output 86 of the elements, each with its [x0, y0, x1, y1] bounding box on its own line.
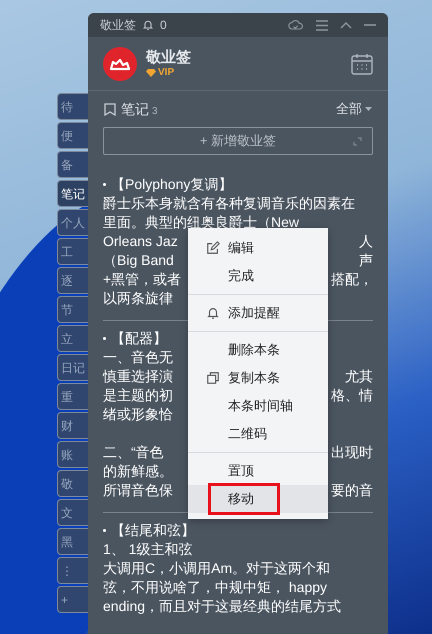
bell-icon[interactable] [142, 19, 154, 31]
note-title: 【Polyphony复调】 [111, 175, 232, 194]
logo-icon [103, 46, 137, 80]
note-text: 弦，不用说啥了，中规中矩， happy [103, 578, 328, 597]
note-text: 二、“音色 [103, 443, 164, 462]
menu-item-label: 移动 [228, 490, 254, 508]
side-tab[interactable]: 敬 [57, 470, 88, 497]
menu-item[interactable]: 二维码 [188, 420, 328, 448]
menu-item[interactable]: 删除本条 [188, 336, 328, 364]
note-icon [104, 102, 116, 116]
side-tab[interactable]: 逐 [57, 267, 88, 294]
cloud-sync-icon[interactable] [288, 19, 304, 31]
reminder-count: 0 [160, 17, 167, 34]
note-text: 大调用C，小调用Am。对于这两个和 [103, 559, 330, 578]
note-text: 绪或形象恰 [103, 405, 173, 424]
side-tab[interactable]: 工 [57, 238, 88, 265]
note-text: 是主题的初 [103, 386, 173, 405]
bullet-icon [103, 183, 106, 186]
menu-item[interactable]: 移动 [188, 485, 328, 513]
menu-item-label: 完成 [228, 267, 254, 286]
side-tab[interactable]: 黑 [57, 528, 88, 555]
note-text: 尤其 [345, 367, 373, 386]
side-tab[interactable]: 重 [57, 383, 88, 410]
note-text: 慎重选择演 [103, 367, 173, 386]
menu-item-label: 编辑 [228, 239, 254, 258]
menu-item[interactable]: 本条时间轴 [188, 392, 328, 420]
side-tab[interactable]: 个人 [57, 209, 88, 236]
edit-icon [206, 241, 220, 255]
filter-dropdown[interactable]: 全部 [336, 99, 372, 119]
diamond-icon [146, 68, 156, 76]
vip-label: VIP [158, 66, 174, 78]
side-tab[interactable]: 备 [57, 151, 88, 178]
side-tab[interactable]: 日记 [57, 354, 88, 381]
bell-icon [206, 306, 220, 320]
bullet-icon [103, 337, 106, 340]
note-text: （Big Band [103, 251, 174, 270]
menu-item-label: 复制本条 [228, 369, 280, 388]
menu-item-label: 二维码 [228, 425, 267, 444]
expand-icon [353, 137, 362, 146]
note-text: 声 [359, 251, 373, 270]
note-text: 爵士乐本身就含有各种复调音乐的因素在 [103, 194, 355, 213]
side-tab[interactable]: 账 [57, 441, 88, 468]
menu-item-label: 添加提醒 [228, 304, 280, 322]
side-tab[interactable]: 财 [57, 412, 88, 439]
menu-item[interactable]: 复制本条 [188, 364, 328, 392]
note-text: ending，而且对于这最经典的结尾方式 [103, 597, 342, 616]
note-text: 要的音 [331, 481, 373, 500]
bullet-icon [103, 529, 106, 532]
note-text: 以两条旋律 [103, 289, 173, 308]
side-tab[interactable]: 笔记 [57, 180, 88, 207]
copy-icon [206, 371, 220, 385]
menu-icon[interactable] [316, 20, 328, 30]
menu-item[interactable]: 添加提醒 [188, 299, 328, 327]
note-text: 出现时 [331, 443, 373, 462]
menu-item-label: 删除本条 [228, 341, 280, 360]
side-tab[interactable]: 文 [57, 499, 88, 526]
menu-item-label: 置顶 [228, 462, 254, 480]
menu-item-label: 本条时间轴 [228, 397, 293, 416]
notes-count: 3 [152, 104, 158, 118]
notes-label: 笔记 [121, 100, 149, 118]
note-title: 【配器】 [111, 329, 167, 348]
caret-icon [365, 107, 372, 111]
side-tab[interactable]: 便 [57, 122, 88, 149]
side-tab[interactable]: + [57, 586, 88, 613]
note-text: 格、情 [331, 386, 373, 405]
note-text: Orleans Jaz [103, 232, 178, 251]
note-title: 【结尾和弦】 [111, 521, 195, 540]
calendar-icon[interactable] [351, 52, 373, 74]
note-text: 搭配， [331, 270, 373, 289]
note-text: 人 [359, 232, 373, 251]
menu-item[interactable]: 置顶 [188, 457, 328, 485]
note-text: 一、音色无 [103, 348, 173, 367]
collapse-icon[interactable] [340, 22, 352, 28]
menu-item[interactable]: 编辑 [188, 234, 328, 262]
side-tab[interactable]: 待 [57, 93, 88, 120]
window-title: 敬业签 [100, 17, 136, 34]
side-tab[interactable]: 节 [57, 296, 88, 323]
side-tab[interactable]: 立 [57, 325, 88, 352]
side-tab[interactable]: ⋮ [57, 557, 88, 584]
note-text: +黑管，或者 [103, 270, 182, 289]
user-name: 敬业签 [146, 48, 191, 66]
note-text: 所谓音色保 [103, 481, 173, 500]
note-text: 的新鲜感。 [103, 462, 173, 481]
note-text: 1、 1级主和弦 [103, 540, 192, 559]
menu-item[interactable]: 完成 [188, 262, 328, 290]
new-note-button[interactable]: + 新增敬业签 [103, 127, 373, 155]
